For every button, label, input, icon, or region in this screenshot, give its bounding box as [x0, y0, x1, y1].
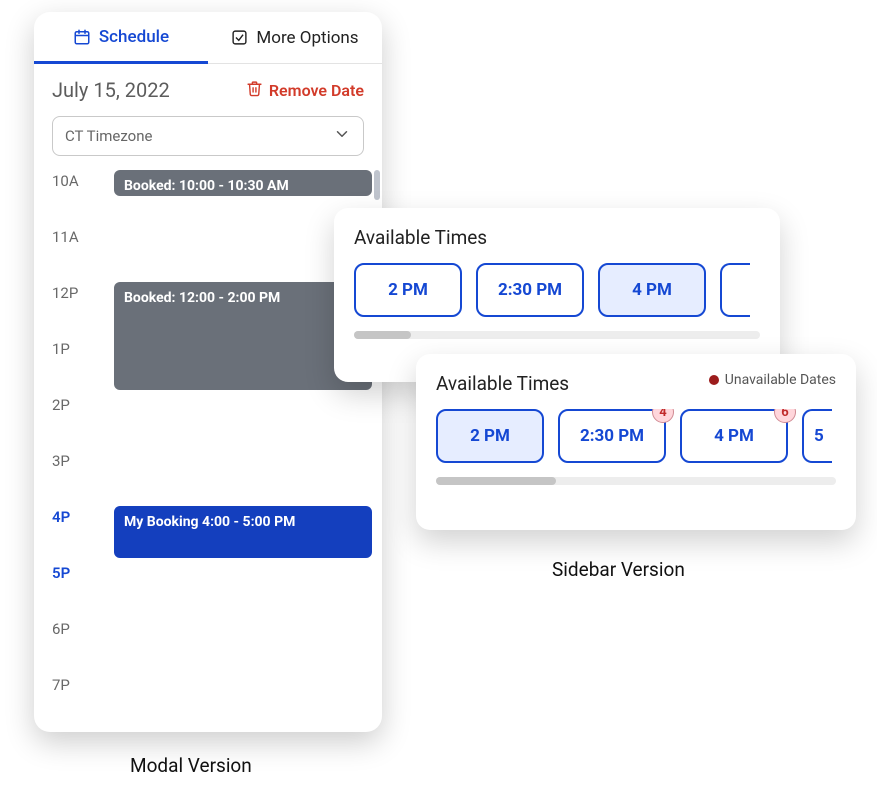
calendar-icon: [73, 28, 91, 46]
time-chip-label: 2:30 PM: [498, 280, 562, 300]
event-label: Booked: 10:00 - 10:30 AM: [124, 178, 289, 194]
hour-label: 1P: [52, 338, 92, 358]
time-chip-label: 2 PM: [470, 426, 510, 446]
time-chip-label: 2 PM: [388, 280, 428, 300]
time-chip-label: 2:30 PM: [580, 426, 644, 446]
time-chip-label: 4 PM: [632, 280, 672, 300]
time-chip-row: 2 PM2:30 PM44 PM65: [436, 409, 836, 463]
hour-row: 11A: [52, 226, 382, 282]
time-chip[interactable]: 2:30 PM4: [558, 409, 666, 463]
hour-label: 12P: [52, 282, 92, 302]
modal-caption: Modal Version: [130, 754, 252, 777]
time-chip-row: 2 PM 2:30 PM 4 PM: [354, 263, 760, 317]
trash-icon: [246, 80, 263, 101]
timezone-value: CT Timezone: [65, 127, 152, 145]
hour-label: 10A: [52, 170, 92, 190]
remove-date-button[interactable]: Remove Date: [246, 80, 364, 101]
sidebar-caption: Sidebar Version: [552, 558, 685, 581]
time-chip[interactable]: 4 PM6: [680, 409, 788, 463]
time-chip-label: 4 PM: [714, 426, 754, 446]
hour-label: 6P: [52, 618, 92, 638]
time-chip[interactable]: 2:30 PM: [476, 263, 584, 317]
hour-row: 6P: [52, 618, 382, 674]
time-chip-label: 5: [814, 426, 824, 446]
scroll-thumb[interactable]: [436, 477, 556, 485]
hour-row: 5P: [52, 562, 382, 618]
scroll-indicator[interactable]: [374, 170, 380, 200]
available-times-card-b: Unavailable Dates Available Times 2 PM2:…: [416, 354, 856, 530]
selected-date: July 15, 2022: [52, 78, 170, 102]
unavailable-count-badge: 6: [774, 409, 796, 423]
scroll-thumb[interactable]: [354, 331, 411, 339]
horizontal-scrollbar[interactable]: [436, 477, 836, 485]
checkbox-icon: [231, 29, 248, 46]
hour-label: 2P: [52, 394, 92, 414]
time-chip[interactable]: 5: [802, 409, 832, 463]
horizontal-scrollbar[interactable]: [354, 331, 760, 339]
unavailable-legend-label: Unavailable Dates: [725, 372, 836, 388]
available-times-title: Available Times: [354, 226, 760, 249]
dot-icon: [709, 375, 719, 385]
my-booking-event[interactable]: My Booking 4:00 - 5:00 PM: [114, 506, 372, 558]
schedule-modal: Schedule More Options July 15, 2022 Remo…: [34, 12, 382, 732]
time-chip[interactable]: [720, 263, 750, 317]
hour-label: 11A: [52, 226, 92, 246]
hour-label: 4P: [52, 506, 92, 526]
hour-label: 3P: [52, 450, 92, 470]
tab-schedule[interactable]: Schedule: [34, 12, 208, 64]
event-label: Booked: 12:00 - 2:00 PM: [124, 290, 280, 306]
hour-row: 2P: [52, 394, 382, 450]
unavailable-count-badge: 4: [652, 409, 674, 423]
booked-event[interactable]: Booked: 10:00 - 10:30 AM: [114, 170, 372, 196]
date-row: July 15, 2022 Remove Date: [34, 64, 382, 112]
timeline: 10A 11A 12P 1P 2P 3P 4P 5P 6P 7P Booked: 10:00 - 1…: [34, 170, 382, 730]
hour-row: 3P: [52, 450, 382, 506]
remove-date-label: Remove Date: [269, 81, 364, 100]
tab-schedule-label: Schedule: [99, 27, 169, 47]
tab-more-options[interactable]: More Options: [208, 12, 382, 63]
tabs: Schedule More Options: [34, 12, 382, 64]
tab-more-label: More Options: [256, 28, 358, 48]
unavailable-legend: Unavailable Dates: [709, 372, 836, 388]
time-chip[interactable]: 4 PM: [598, 263, 706, 317]
time-chip[interactable]: 2 PM: [436, 409, 544, 463]
timezone-select[interactable]: CT Timezone: [52, 116, 364, 156]
hour-row: 7P: [52, 674, 382, 730]
hour-label: 5P: [52, 562, 92, 582]
hour-label: 7P: [52, 674, 92, 694]
chevron-down-icon: [333, 125, 351, 147]
time-chip[interactable]: 2 PM: [354, 263, 462, 317]
event-label: My Booking 4:00 - 5:00 PM: [124, 514, 295, 530]
